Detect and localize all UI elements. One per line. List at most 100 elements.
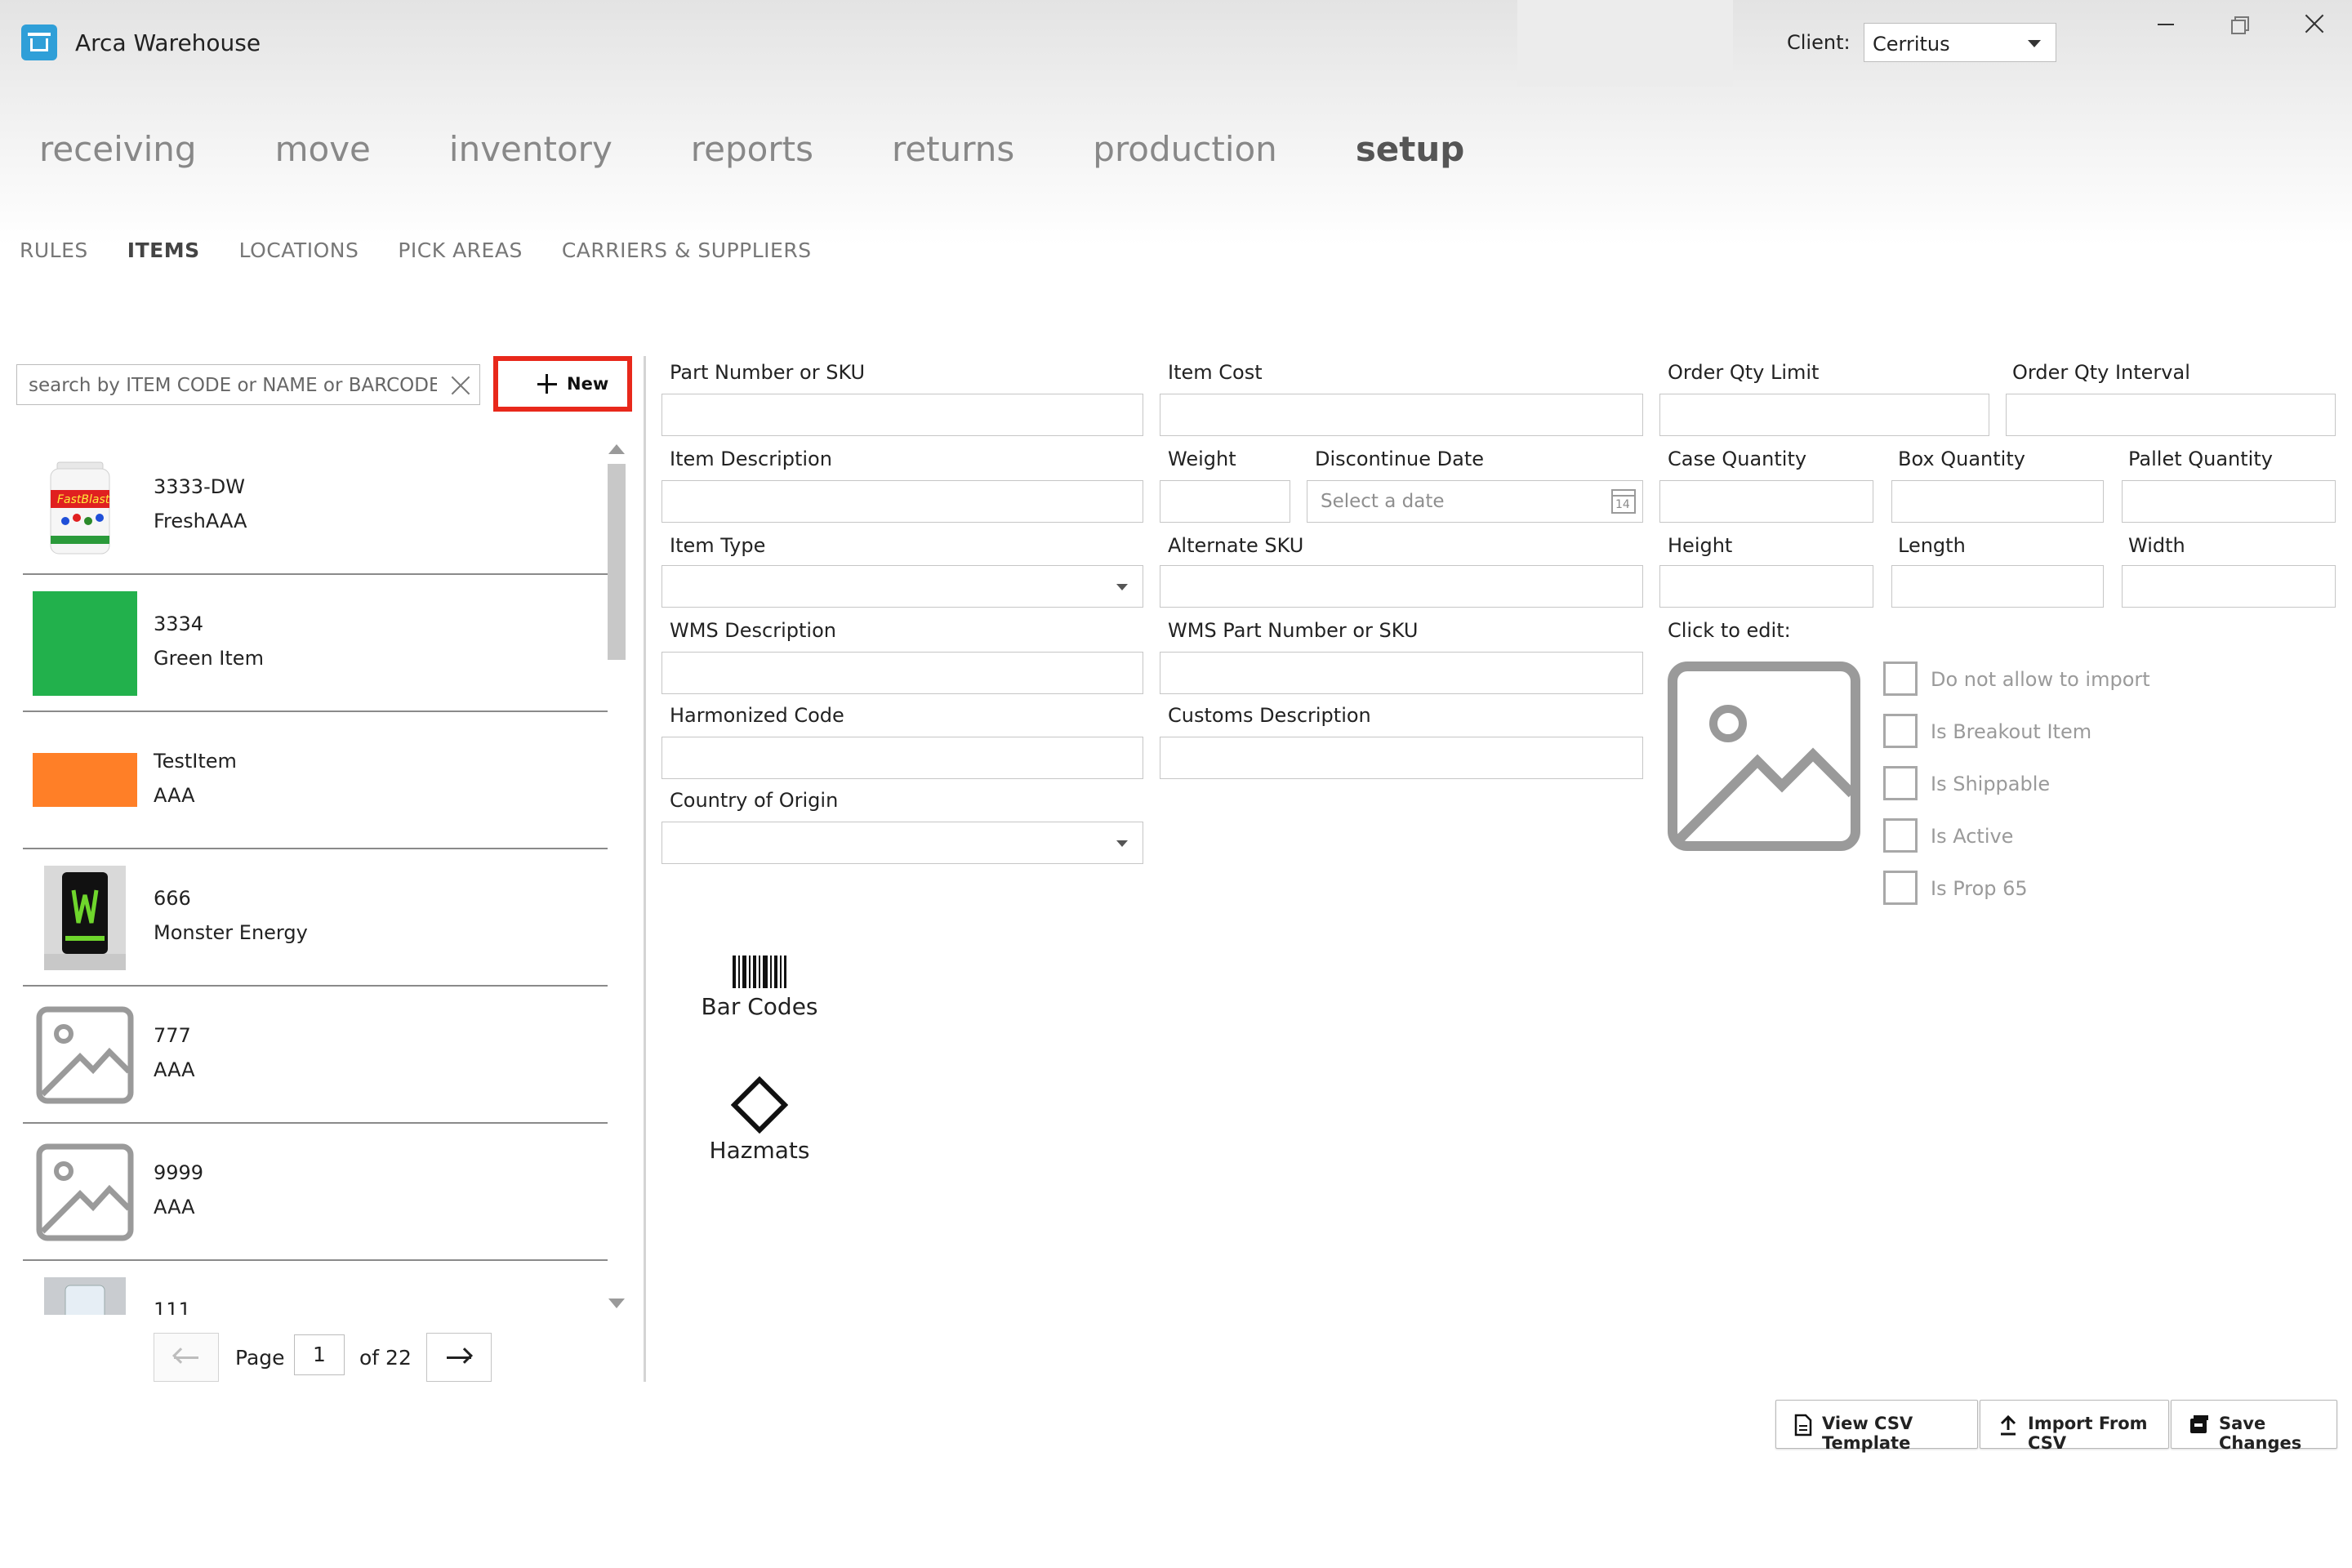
item-type-select[interactable] [662, 565, 1143, 608]
save-changes-button[interactable]: Save Changes [2171, 1400, 2337, 1453]
checkbox-prop-65[interactable] [1883, 871, 1918, 905]
chevron-down-icon [2028, 40, 2041, 47]
color-swatch [33, 753, 137, 807]
clear-icon[interactable] [448, 373, 473, 398]
box-quantity-input[interactable] [1891, 480, 2104, 523]
item-list: FastBlast 3333-DW FreshAAA 3334 Green It… [23, 438, 608, 1315]
nav-receiving[interactable]: receiving [39, 129, 197, 178]
scroll-thumb[interactable] [608, 464, 626, 660]
close-window-button[interactable] [2290, 8, 2339, 41]
item-image-placeholder-icon[interactable] [1668, 662, 1860, 851]
chevron-down-icon [1116, 584, 1128, 590]
pallet-quantity-input[interactable] [2122, 480, 2336, 523]
list-item[interactable]: 111 [23, 1261, 608, 1315]
item-cost-input[interactable] [1160, 394, 1643, 436]
checkbox-shippable[interactable] [1883, 766, 1918, 800]
import-from-csv-button[interactable]: Import From CSV [1980, 1400, 2169, 1453]
length-input[interactable] [1891, 565, 2104, 608]
weight-input[interactable] [1160, 480, 1290, 523]
customs-description-input[interactable] [1160, 737, 1643, 779]
discontinue-date-picker[interactable]: Select a date 14 [1307, 480, 1643, 523]
product-photo [44, 1277, 126, 1315]
diamond-icon [730, 1076, 789, 1134]
page-number-input[interactable]: 1 [294, 1334, 345, 1375]
harmonized-code-input[interactable] [662, 737, 1143, 779]
tab-items[interactable]: ITEMS [127, 238, 200, 262]
list-item[interactable]: 3334 Green Item [23, 575, 608, 712]
checkbox-label: Is Shippable [1931, 773, 2051, 795]
nav-production[interactable]: production [1093, 129, 1277, 178]
nav-move[interactable]: move [275, 129, 371, 178]
wms-part-number-input[interactable] [1160, 652, 1643, 694]
item-code: 3334 [154, 612, 204, 635]
new-item-button[interactable]: New [493, 356, 632, 412]
view-csv-label: View CSV Template [1822, 1414, 1913, 1453]
tab-locations[interactable]: LOCATIONS [239, 238, 359, 262]
client-select-value: Cerritus [1873, 33, 1950, 56]
previous-page-button[interactable] [154, 1333, 219, 1382]
nav-setup[interactable]: setup [1356, 129, 1465, 178]
nav-reports[interactable]: reports [691, 129, 813, 178]
checkbox-label: Is Active [1931, 825, 2014, 848]
item-name: AAA [154, 1058, 195, 1081]
checkbox-label: Is Prop 65 [1931, 877, 2028, 900]
tab-pick-areas[interactable]: PICK AREAS [398, 238, 523, 262]
item-code: TestItem [154, 750, 237, 773]
minimize-button[interactable] [2141, 8, 2190, 41]
restore-button[interactable] [2215, 8, 2264, 41]
item-name: FreshAAA [154, 510, 247, 532]
next-page-button[interactable] [426, 1333, 492, 1382]
country-of-origin-select[interactable] [662, 822, 1143, 864]
width-input[interactable] [2122, 565, 2336, 608]
height-input[interactable] [1659, 565, 1873, 608]
item-code: 777 [154, 1024, 191, 1047]
list-item[interactable]: FastBlast 3333-DW FreshAAA [23, 438, 608, 575]
page-label: Page [235, 1346, 285, 1370]
calendar-day: 14 [1615, 498, 1630, 511]
item-type-label: Item Type [670, 534, 766, 557]
plus-icon [536, 372, 559, 395]
list-item[interactable]: 9999 AAA [23, 1124, 608, 1261]
list-item[interactable]: TestItem AAA [23, 712, 608, 849]
alternate-sku-input[interactable] [1160, 565, 1643, 608]
order-qty-interval-input[interactable] [2006, 394, 2336, 436]
checkbox-breakout-item[interactable] [1883, 714, 1918, 748]
hazmats-button[interactable]: Hazmats [694, 1076, 825, 1164]
calendar-icon[interactable]: 14 [1611, 489, 1636, 514]
image-placeholder-icon [36, 1143, 134, 1241]
order-qty-limit-input[interactable] [1659, 394, 1989, 436]
list-scrollbar[interactable] [608, 438, 626, 1320]
view-csv-template-button[interactable]: View CSV Template [1775, 1400, 1978, 1453]
checkbox-active[interactable] [1883, 818, 1918, 853]
wms-description-input[interactable] [662, 652, 1143, 694]
wms-part-number-label: WMS Part Number or SKU [1168, 619, 1419, 642]
main-nav: receiving move inventory reports returns… [39, 129, 1543, 178]
client-select[interactable]: Cerritus [1864, 23, 2056, 62]
customs-description-label: Customs Description [1168, 704, 1371, 727]
pallet-quantity-label: Pallet Quantity [2128, 448, 2273, 470]
weight-label: Weight [1168, 448, 1236, 470]
nav-returns[interactable]: returns [892, 129, 1014, 178]
checkbox-do-not-import[interactable] [1883, 662, 1918, 696]
nav-inventory[interactable]: inventory [449, 129, 612, 178]
scroll-down-icon[interactable] [608, 1298, 625, 1308]
svg-text:FastBlast: FastBlast [57, 493, 110, 506]
tab-carriers-suppliers[interactable]: CARRIERS & SUPPLIERS [562, 238, 812, 262]
scroll-up-icon[interactable] [608, 444, 625, 454]
item-code: 111 [154, 1298, 191, 1315]
tab-rules[interactable]: RULES [20, 238, 88, 262]
save-changes-label: Save Changes [2219, 1414, 2302, 1453]
page-total: of 22 [359, 1346, 412, 1370]
item-description-input[interactable] [662, 480, 1143, 523]
list-item[interactable]: 666 Monster Energy [23, 849, 608, 987]
import-csv-label: Import From CSV [2028, 1414, 2148, 1453]
client-label: Client: [1787, 31, 1851, 54]
header-hover-area [1517, 0, 1733, 87]
item-code: 3333-DW [154, 475, 245, 498]
bar-codes-button[interactable]: Bar Codes [694, 954, 825, 1020]
case-quantity-input[interactable] [1659, 480, 1873, 523]
list-item[interactable]: 777 AAA [23, 987, 608, 1124]
item-description-label: Item Description [670, 448, 832, 470]
search-input[interactable] [27, 372, 439, 399]
part-number-input[interactable] [662, 394, 1143, 436]
